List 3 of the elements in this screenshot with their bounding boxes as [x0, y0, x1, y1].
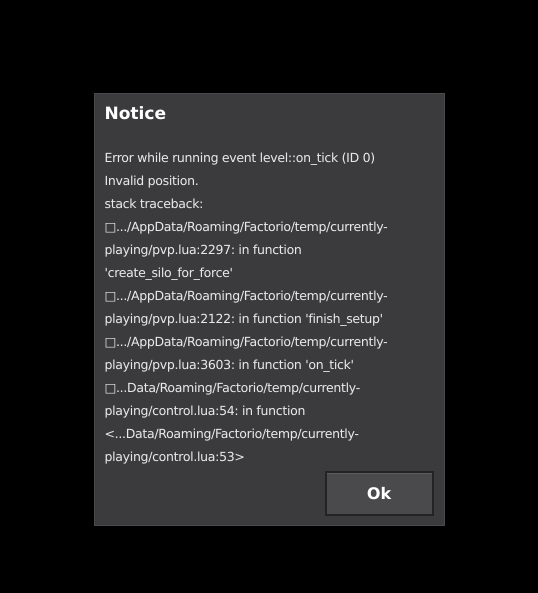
ok-button[interactable]: Ok: [324, 471, 434, 516]
error-message: Error while running event level::on_tick (ID 0) Invalid position. stack traceback: □.../AppData/Roaming/Factorio/temp/currently- playing/pvp.lua:2297: in function 'create_silo_for_force' □.../AppData/Roaming/Factorio/temp/currently- playing/pvp.lua:2122: in function 'finish_setup' □.../AppData/Roaming/Factorio/temp/currently- playing/pvp.lua:3603: in function 'on_tick' □...Data/Roaming/Factorio/temp/currently- playing/control.lua:54: in function <...Data/Roaming/Factorio/temp/currently- playing/control.lua:53>: [104, 149, 388, 466]
dialog-title: Notice: [104, 103, 167, 126]
